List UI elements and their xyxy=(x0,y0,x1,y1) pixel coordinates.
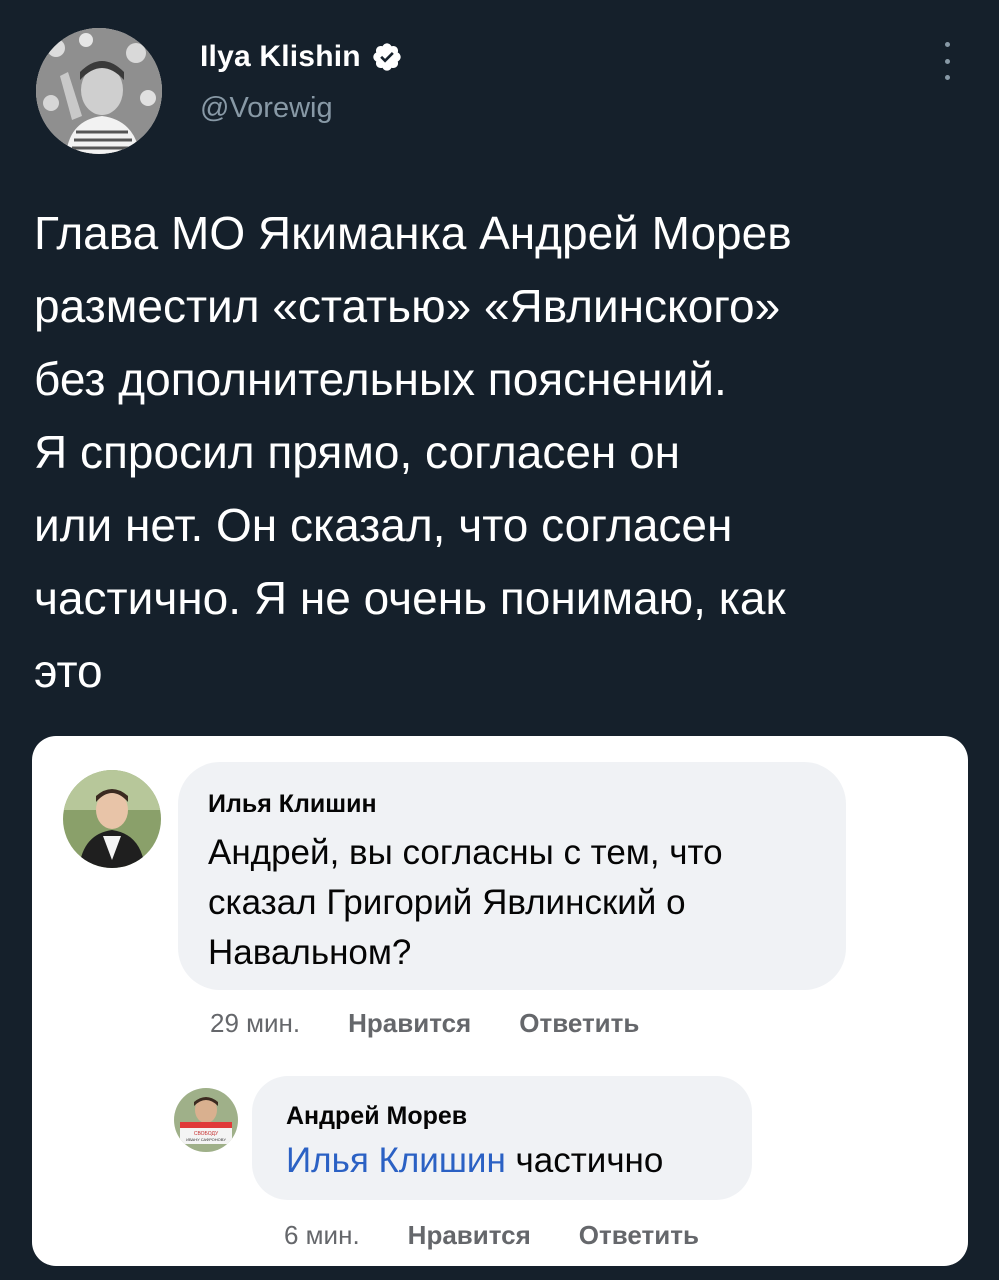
tweet-text-line: без дополнительных пояснений. xyxy=(34,353,727,405)
comment-text-line: сказал Григорий Явлинский о xyxy=(208,883,686,922)
reply-bubble: Андрей Морев Илья Клишин частично xyxy=(252,1076,752,1200)
tweet-text: Глава МО Якиманка Андрей Морев разместил… xyxy=(34,197,974,708)
author-name[interactable]: Ilya Klishin xyxy=(200,40,361,74)
reply-mention-link[interactable]: Илья Клишин xyxy=(286,1141,506,1180)
reply-meta: 6 мин. Нравится Ответить xyxy=(284,1220,747,1251)
replier-avatar: СВОБОДУ ИВАНУ САФРОНОВУ xyxy=(174,1088,238,1152)
author-name-row[interactable]: Ilya Klishin xyxy=(200,40,403,74)
reply-text: Илья Клишин частично xyxy=(286,1136,663,1186)
tweet-text-line: это xyxy=(34,645,103,697)
author-avatar[interactable] xyxy=(36,28,162,154)
reply-author[interactable]: Андрей Морев xyxy=(286,1102,467,1131)
commenter-avatar xyxy=(63,770,161,868)
comment-time: 29 мин. xyxy=(210,1008,301,1038)
more-options-icon[interactable] xyxy=(937,42,957,80)
tweet-text-line: или нет. Он сказал, что согласен xyxy=(34,499,733,551)
reply-like-button[interactable]: Нравится xyxy=(408,1220,531,1251)
comment-reply-button[interactable]: Ответить xyxy=(519,1008,639,1039)
reply-time: 6 мин. xyxy=(284,1220,360,1250)
author-block: Ilya Klishin @Vorewig xyxy=(200,40,403,125)
tweet-text-line: частично. Я не очень понимаю, как xyxy=(34,572,786,624)
tweet-text-line: Я спросил прямо, согласен он xyxy=(34,426,681,478)
comment-bubble: Илья Клишин Андрей, вы согласны с тем, ч… xyxy=(178,762,846,990)
tweet-text-line: Глава МО Якиманка Андрей Морев xyxy=(34,207,792,259)
comment-text: Андрей, вы согласны с тем, что сказал Гр… xyxy=(208,828,723,978)
comment-text-line: Навальном? xyxy=(208,933,412,972)
reply-text-body: частично xyxy=(505,1141,664,1180)
comment-meta: 29 мин. Нравится Ответить xyxy=(210,1008,687,1039)
reply-reply-button[interactable]: Ответить xyxy=(579,1220,699,1251)
verified-badge-icon xyxy=(373,43,401,71)
comment-like-button[interactable]: Нравится xyxy=(348,1008,471,1039)
author-avatar-photo xyxy=(36,28,162,154)
author-handle[interactable]: @Vorewig xyxy=(200,92,403,125)
tweet-text-line: разместил «статью» «Явлинского» xyxy=(34,280,781,332)
attached-screenshot[interactable]: Илья Клишин Андрей, вы согласны с тем, ч… xyxy=(32,736,968,1266)
comment-author[interactable]: Илья Клишин xyxy=(208,790,377,819)
svg-text:ИВАНУ САФРОНОВУ: ИВАНУ САФРОНОВУ xyxy=(186,1137,226,1142)
comment-text-line: Андрей, вы согласны с тем, что xyxy=(208,833,723,872)
